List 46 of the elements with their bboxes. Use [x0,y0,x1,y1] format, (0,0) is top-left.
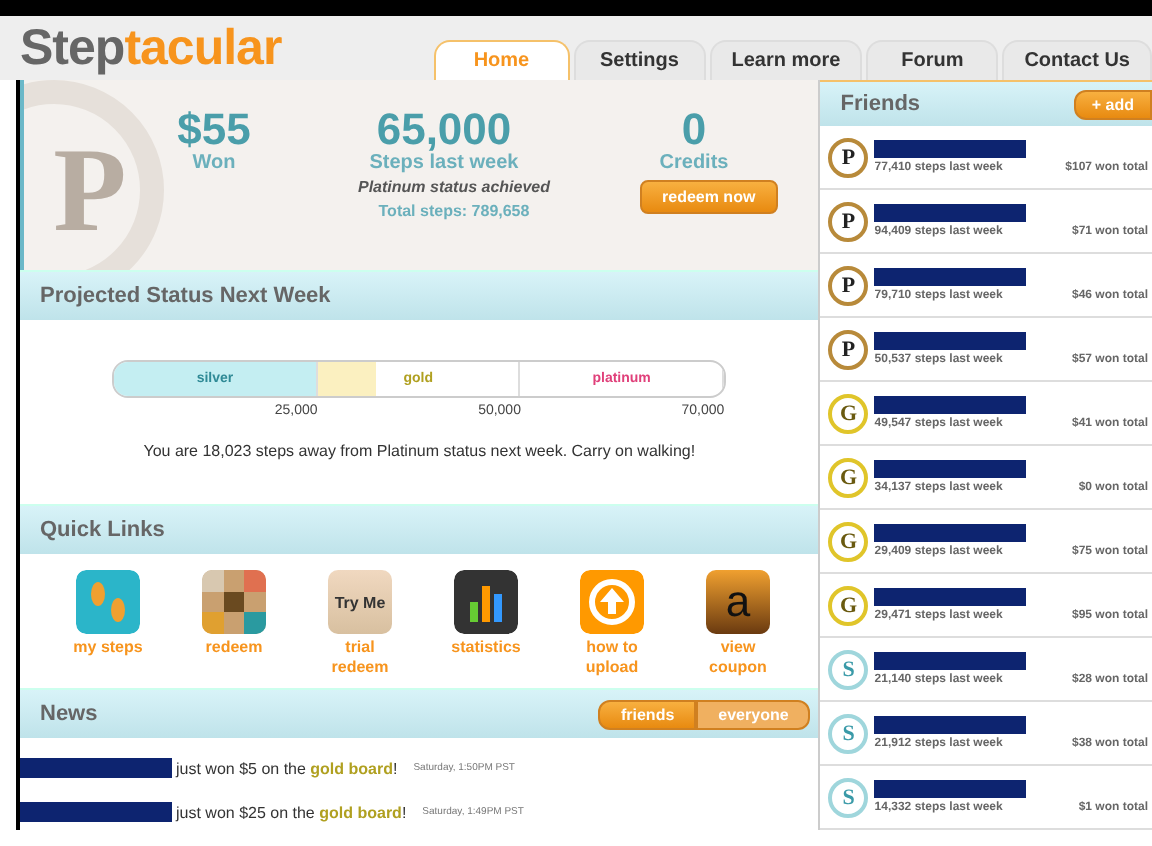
bar-chart-icon[interactable] [454,570,518,634]
status-note: Platinum status achieved [357,178,551,196]
try-me-icon[interactable]: Try Me [328,570,392,634]
quick-link[interactable]: statistics [442,638,530,658]
add-button[interactable]: + add [1073,89,1152,119]
tier-badge: P [828,137,869,177]
news-text: just won $25 on the gold board! [176,803,407,821]
news-text: just won $5 on the gold board! [176,759,398,777]
stat-value: 65,000 [376,108,512,152]
filter-toggle[interactable]: friends [598,699,697,729]
tier-badge: G [828,521,869,561]
nav-tab[interactable]: Settings [573,40,706,80]
mosaic-icon[interactable] [202,570,266,634]
stat-label: Won [192,152,236,174]
section-title: Quick Links [40,518,165,542]
quick-link[interactable]: redeem [190,638,278,658]
stat-label: Credits [659,152,729,174]
quick-link[interactable]: my steps [64,638,152,658]
section-title: Friends [840,92,921,116]
tier-badge: G [828,393,869,433]
status-message: You are 18,023 steps away from Platinum status next week. Carry on walking! [143,442,696,460]
tier-badge: S [828,713,869,753]
coupon-icon[interactable]: a [706,570,770,634]
section-title: News [40,702,98,726]
stat-label: Steps last week [369,152,519,174]
filter-toggle[interactable]: everyone [696,699,811,729]
logo[interactable]: Steptacular [20,19,282,77]
stat-value: 0 [681,108,707,152]
quick-link[interactable]: trial redeem [316,638,404,678]
tier-badge: G [828,457,869,497]
nav-tab[interactable]: Learn more [709,40,863,80]
nav-tab[interactable]: Home [433,40,570,80]
total-steps: Total steps: 789,658 [378,202,530,220]
stat-value: $55 [177,108,251,152]
nav-tab[interactable]: Contact Us [1002,40,1152,80]
nav-tab[interactable]: Forum [866,40,999,80]
section-title: Projected Status Next Week [40,284,331,308]
quick-link[interactable]: how to upload [568,638,656,678]
tier-badge: P [828,201,869,241]
redeem-button[interactable]: redeem now [640,180,778,214]
tier-badge: P [828,329,869,369]
quick-link[interactable]: view coupon [694,638,782,678]
tier-badge: S [828,649,869,689]
tier-badge: P [828,265,869,305]
tier-badge: S [828,777,869,817]
tier-badge: G [828,585,869,625]
